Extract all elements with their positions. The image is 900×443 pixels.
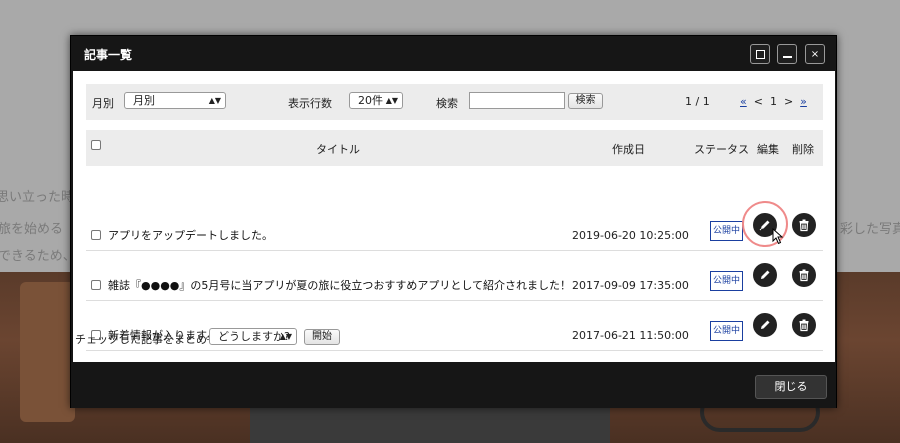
close-window-button[interactable]: × — [805, 44, 825, 64]
month-select[interactable]: 月別 ▲▼ — [124, 92, 226, 109]
current-page: 1 — [769, 95, 777, 108]
status-badge: 公開中 — [710, 221, 743, 241]
select-all-checkbox[interactable] — [91, 140, 101, 150]
prev-page[interactable]: < — [754, 95, 763, 108]
rows-per-page-label: 表示行数 — [288, 97, 332, 110]
maximize-button[interactable] — [750, 44, 770, 64]
edit-button[interactable] — [753, 263, 777, 287]
bulk-action-label: チェックした記事をまとめて — [75, 333, 218, 346]
search-input[interactable] — [469, 92, 565, 109]
trash-icon — [799, 269, 809, 282]
window-title: 記事一覧 — [84, 48, 133, 62]
filter-bar: 月別 月別 ▲▼ 表示行数 20件 ▲▼ 検索 検索 1 / 1 « < 1 > » — [86, 84, 823, 120]
rows-per-page-select[interactable]: 20件 ▲▼ — [349, 92, 403, 109]
background-text: 旅を始める — [0, 222, 64, 237]
column-status: ステータス — [694, 143, 749, 156]
select-arrow-icon: ▲▼ — [279, 332, 292, 341]
search-label: 検索 — [436, 97, 458, 110]
column-edit: 編集 — [757, 143, 779, 156]
bulk-action-select[interactable]: どうしますか? ▲▼ — [209, 328, 297, 345]
table-row: 雑誌『●●●●』の5月号に当アプリが夏の旅に役立つおすすめアプリとして紹介されま… — [86, 251, 823, 301]
window-footer — [71, 362, 836, 408]
background-text: 彩した写真 — [840, 222, 900, 237]
column-created: 作成日 — [612, 143, 645, 156]
next-page[interactable]: > — [784, 95, 793, 108]
month-filter-label: 月別 — [92, 97, 114, 110]
title-bar: 記事一覧 × — [71, 36, 836, 71]
select-arrow-icon: ▲▼ — [208, 96, 221, 105]
table-header: タイトル 作成日 ステータス 編集 削除 — [86, 130, 823, 166]
cup-shape — [20, 282, 75, 422]
bulk-action-bar: チェックした記事をまとめて — [75, 331, 218, 347]
row-checkbox[interactable] — [91, 230, 101, 240]
article-title[interactable]: アプリをアップデートしました。 — [108, 227, 273, 243]
delete-button[interactable] — [792, 263, 816, 287]
pencil-icon — [761, 270, 770, 279]
pencil-icon — [761, 320, 770, 329]
article-title[interactable]: 雑誌『●●●●』の5月号に当アプリが夏の旅に役立つおすすめアプリとして紹介されま… — [108, 277, 571, 293]
mouse-cursor-icon — [772, 228, 784, 245]
month-select-value: 月別 — [133, 94, 155, 107]
status-badge: 公開中 — [710, 271, 743, 291]
page-info: 1 / 1 — [685, 95, 710, 108]
delete-button[interactable] — [792, 213, 816, 237]
column-delete: 削除 — [792, 143, 814, 156]
background-text: 思い立った時 — [0, 190, 75, 205]
minimize-button[interactable] — [777, 44, 797, 64]
background-text: できるため、 — [0, 249, 76, 264]
rows-per-page-value: 20件 — [358, 94, 383, 107]
pager: « < 1 > » — [740, 95, 807, 108]
last-page-link[interactable]: » — [800, 95, 807, 108]
article-list-window: 記事一覧 × 月別 月別 ▲▼ 表示行数 20件 ▲▼ 検索 検索 1 / 1 « … — [70, 35, 837, 408]
close-button[interactable]: 閉じる — [755, 375, 827, 399]
maximize-icon — [755, 49, 765, 59]
window-content: 月別 月別 ▲▼ 表示行数 20件 ▲▼ 検索 検索 1 / 1 « < 1 > » — [73, 71, 835, 362]
select-arrow-icon: ▲▼ — [385, 96, 398, 105]
start-button[interactable]: 開始 — [304, 329, 340, 345]
pencil-icon — [759, 220, 770, 231]
search-button[interactable]: 検索 — [568, 93, 603, 109]
table-row: アプリをアップデートしました。 2019-06-20 10:25:00 公開中 — [86, 201, 823, 251]
created-date: 2017-09-09 17:35:00 — [572, 279, 689, 292]
row-checkbox[interactable] — [91, 280, 101, 290]
trash-icon — [799, 219, 809, 232]
status-badge: 公開中 — [710, 321, 743, 341]
column-title: タイトル — [316, 143, 360, 156]
edit-button[interactable] — [753, 313, 777, 337]
created-date: 2019-06-20 10:25:00 — [572, 229, 689, 242]
created-date: 2017-06-21 11:50:00 — [572, 329, 689, 342]
trash-icon — [799, 319, 809, 332]
minimize-icon — [782, 56, 792, 58]
delete-button[interactable] — [792, 313, 816, 337]
first-page-link[interactable]: « — [740, 95, 747, 108]
laptop-shape — [250, 402, 610, 443]
